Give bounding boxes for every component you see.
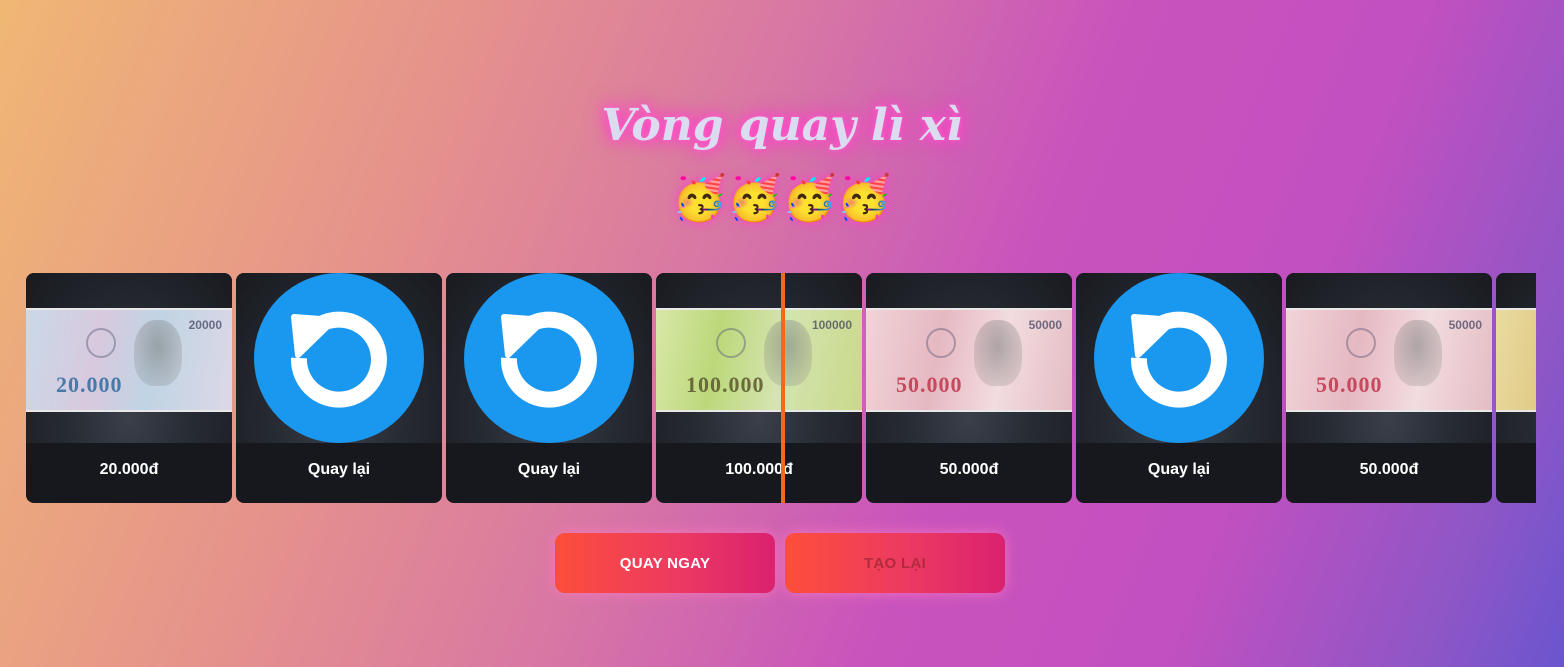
card-label: 100.000đ (725, 461, 793, 478)
banknote-corner-value: 20000 (188, 318, 222, 332)
card-label: 50.000đ (939, 461, 999, 478)
portrait-icon (1394, 320, 1442, 386)
card-label: Quay lại (307, 461, 371, 478)
banknote-image: 20000 20.000 (26, 308, 232, 412)
card-label: 50.000đ (1359, 461, 1419, 478)
reel-card-retry: Quay lại (236, 273, 442, 503)
emblem-icon (716, 328, 746, 358)
banknote-corner-value: 50000 (1448, 318, 1482, 332)
reel-card-banknote: 20000 20.000 20.000đ (26, 273, 232, 503)
portrait-icon (134, 320, 182, 386)
portrait-icon (974, 320, 1022, 386)
banknote-corner-value: 100000 (811, 318, 852, 332)
card-label: Quay lại (1147, 461, 1211, 478)
reel-pointer (781, 273, 785, 503)
reel-card-banknote (1496, 273, 1536, 503)
reset-button[interactable]: TẠO LẠI (785, 533, 1005, 593)
banknote-corner-value: 50000 (1028, 318, 1062, 332)
emblem-icon (926, 328, 956, 358)
banknote-image: 50000 50.000 (1286, 308, 1492, 412)
rotate-ccw-icon (254, 273, 424, 443)
banknote-value: 100.000 (686, 372, 765, 397)
banknote-value: 20.000 (56, 372, 123, 397)
reel-card-retry: Quay lại (446, 273, 652, 503)
banknote-image: 100000 100.000 (656, 308, 862, 412)
reel-card-retry: Quay lại (1076, 273, 1282, 503)
card-label: 20.000đ (99, 461, 159, 478)
party-emoji-row: 🥳🥳🥳🥳 (672, 174, 892, 223)
rotate-ccw-icon (464, 273, 634, 443)
reel-card-banknote: 100000 100.000 100.000đ (656, 273, 862, 503)
emblem-icon (1346, 328, 1376, 358)
page-title: Vòng quay lì xì (601, 100, 963, 151)
banknote-value: 50.000 (1316, 372, 1383, 397)
reel-card-banknote: 50000 50.000 50.000đ (866, 273, 1072, 503)
portrait-icon (764, 320, 812, 386)
spin-now-button[interactable]: QUAY NGAY (555, 533, 775, 593)
card-label: Quay lại (517, 461, 581, 478)
emblem-icon (86, 328, 116, 358)
banknote-image: 50000 50.000 (866, 308, 1072, 412)
banknote-value: 50.000 (896, 372, 963, 397)
reel-card-banknote: 50000 50.000 50.000đ (1286, 273, 1492, 503)
rotate-ccw-icon (1094, 273, 1264, 443)
banknote-image (1496, 308, 1536, 412)
